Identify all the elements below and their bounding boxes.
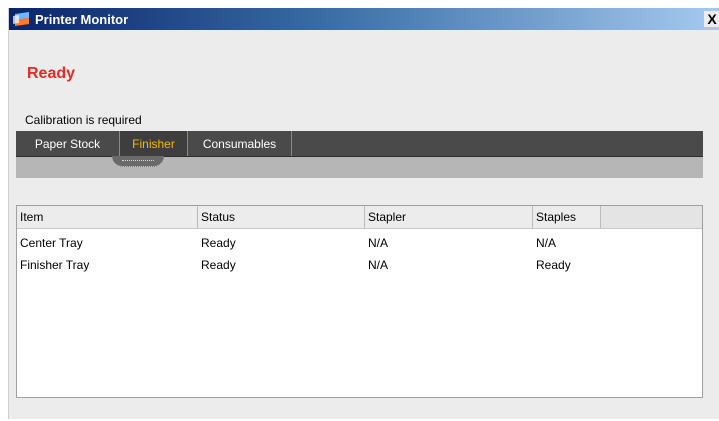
close-icon: X	[707, 11, 717, 27]
tab-consumables[interactable]: Consumables	[188, 131, 292, 156]
finisher-table: Item Status Stapler Staples Center Tray …	[16, 205, 703, 398]
close-button[interactable]: X	[704, 11, 719, 27]
column-header-status[interactable]: Status	[198, 206, 365, 228]
window-title: Printer Monitor	[35, 11, 129, 27]
tab-paper-stock[interactable]: Paper Stock	[16, 131, 120, 156]
title-bar[interactable]: Printer Monitor X	[9, 8, 719, 30]
cell-staples: N/A	[536, 235, 557, 250]
table-row[interactable]: Finisher Tray Ready N/A Ready	[17, 254, 702, 275]
cell-stapler: N/A	[368, 235, 389, 250]
cell-item: Finisher Tray	[20, 257, 90, 272]
column-header-item[interactable]: Item	[17, 206, 198, 228]
cell-status: Ready	[201, 257, 236, 272]
tab-bar: Paper Stock Finisher Consumables	[16, 131, 703, 157]
table-header: Item Status Stapler Staples	[17, 206, 702, 229]
printer-status-heading: Ready	[27, 65, 76, 82]
calibration-message: Calibration is required	[25, 113, 142, 127]
tab-finisher[interactable]: Finisher	[120, 131, 188, 156]
header-filler	[601, 206, 702, 228]
column-header-stapler[interactable]: Stapler	[365, 206, 533, 228]
table-row[interactable]: Center Tray Ready N/A N/A	[17, 232, 702, 253]
cell-staples: Ready	[536, 257, 571, 272]
selected-tab-indicator	[112, 156, 164, 167]
cell-status: Ready	[201, 235, 236, 250]
cell-item: Center Tray	[20, 235, 83, 250]
cell-stapler: N/A	[368, 257, 389, 272]
column-header-staples[interactable]: Staples	[533, 206, 601, 228]
printer-monitor-icon	[13, 12, 31, 26]
